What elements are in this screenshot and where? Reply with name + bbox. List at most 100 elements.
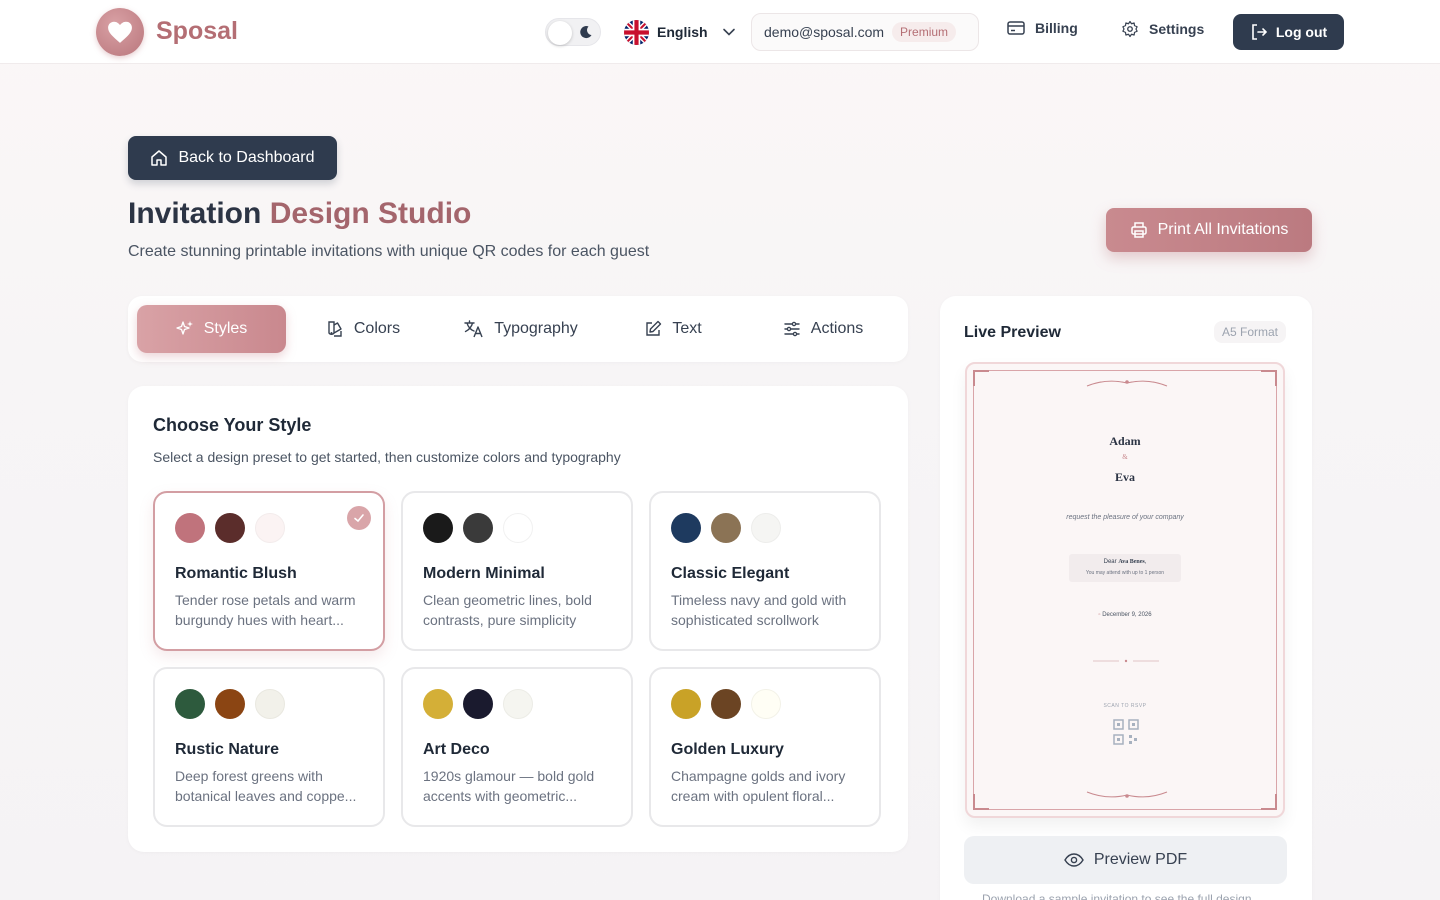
preset-swatches (423, 689, 533, 719)
billing-link[interactable]: Billing (1007, 20, 1078, 36)
preset-card-art-deco[interactable]: Art Deco 1920s glamour — bold gold accen… (401, 667, 633, 827)
preset-swatches (175, 513, 285, 543)
back-to-dashboard-button[interactable]: Back to Dashboard (128, 136, 337, 180)
invitation-request-line: request the pleasure of your company (1066, 514, 1184, 521)
preset-card-classic-elegant[interactable]: Classic Elegant Timeless navy and gold w… (649, 491, 881, 651)
billing-label: Billing (1035, 20, 1078, 36)
corner-ornament (1261, 794, 1277, 810)
selected-check-icon (347, 506, 371, 530)
attendance-line: You may attend with up to 1 person (1085, 570, 1165, 576)
eye-icon (1063, 853, 1084, 867)
page-title-accent: Design Studio (269, 197, 472, 230)
guest-name: Ava Benes (1118, 559, 1145, 565)
live-preview-panel: Live Preview A5 Format Adam & Eva reques… (940, 296, 1312, 900)
credit-card-icon (1007, 21, 1025, 35)
account-email: demo@sposal.com (764, 24, 885, 40)
tab-actions-label: Actions (810, 320, 864, 337)
page-title: Invitation Design Studio (128, 197, 471, 231)
swatch-primary (175, 689, 205, 719)
moon-icon (580, 26, 592, 39)
toggle-knob (548, 21, 572, 45)
logout-button[interactable]: Log out (1233, 14, 1344, 50)
tab-colors-label: Colors (353, 320, 401, 337)
tab-typography-label: Typography (494, 320, 578, 337)
preset-description: Tender rose petals and warm burgundy hue… (175, 592, 356, 628)
edit-icon (646, 320, 662, 336)
swatch-background (751, 513, 781, 543)
tab-text[interactable]: Text (628, 305, 718, 353)
swatch-secondary (215, 513, 245, 543)
tab-styles[interactable]: Styles (137, 305, 286, 353)
preset-card-rustic-nature[interactable]: Rustic Nature Deep forest greens with bo… (153, 667, 385, 827)
format-badge: A5 Format (1213, 321, 1286, 343)
printer-icon (1130, 222, 1147, 238)
invitation-name-1: Adam (1109, 434, 1141, 448)
design-tabs: Styles Colors Typography Text Actions (128, 296, 908, 362)
logo-heart-icon[interactable] (96, 8, 144, 56)
preset-swatches (671, 513, 781, 543)
top-navigation: Sposal English demo@sposal.com Premium B… (0, 0, 1440, 64)
swatch-background (503, 689, 533, 719)
invitation-name-2: Eva (1114, 470, 1135, 484)
plan-badge: Premium (892, 22, 957, 42)
style-presets-panel: Choose Your Style Select a design preset… (128, 386, 908, 852)
swatch-primary (671, 513, 701, 543)
tab-colors[interactable]: Colors (308, 305, 418, 353)
tab-styles-label: Styles (203, 320, 248, 337)
top-flourish-icon (1086, 380, 1168, 387)
swatch-background (255, 513, 285, 543)
preset-name: Romantic Blush (175, 565, 297, 582)
preset-swatches (423, 513, 533, 543)
swatch-secondary (711, 513, 741, 543)
corner-ornament (1261, 370, 1277, 386)
language-label: English (657, 24, 708, 40)
preset-name: Modern Minimal (423, 565, 545, 582)
print-all-button[interactable]: Print All Invitations (1106, 208, 1312, 252)
language-selector[interactable]: English (624, 19, 736, 45)
panel-title: Choose Your Style (153, 415, 312, 435)
preset-description: 1920s glamour — bold gold accents with g… (423, 768, 595, 804)
swatch-primary (423, 689, 453, 719)
preset-card-golden-luxury[interactable]: Golden Luxury Champagne golds and ivory … (649, 667, 881, 827)
preset-name: Art Deco (423, 741, 490, 758)
palette-icon (328, 321, 342, 337)
corner-ornament (973, 370, 989, 386)
scan-to-rsvp-label: SCAN TO RSVP (1103, 703, 1147, 709)
tab-actions[interactable]: Actions (768, 305, 878, 353)
preview-pdf-note: Download a sample invitation to see the … (982, 892, 1252, 900)
panel-subtitle: Select a design preset to get started, t… (153, 449, 621, 465)
preview-pdf-button[interactable]: Preview PDF (964, 836, 1287, 884)
swatch-secondary (463, 513, 493, 543)
swatch-background (255, 689, 285, 719)
swatch-primary (175, 513, 205, 543)
preset-card-romantic-blush[interactable]: Romantic Blush Tender rose petals and wa… (153, 491, 385, 651)
chevron-down-icon (722, 28, 735, 36)
logout-label: Log out (1275, 24, 1328, 40)
gear-icon (1122, 20, 1138, 38)
preset-name: Classic Elegant (671, 565, 790, 582)
settings-label: Settings (1149, 21, 1205, 37)
swatch-background (503, 513, 533, 543)
swatch-secondary (463, 689, 493, 719)
print-label: Print All Invitations (1157, 221, 1289, 238)
preview-title: Live Preview (964, 324, 1061, 341)
page-subtitle: Create stunning printable invitations wi… (128, 243, 650, 260)
tab-text-label: Text (672, 320, 702, 337)
uk-flag-icon (624, 19, 649, 45)
page-title-plain: Invitation (128, 197, 262, 230)
qr-code-icon (1113, 719, 1139, 745)
back-label: Back to Dashboard (178, 149, 315, 166)
greeting-suffix: , (1144, 559, 1147, 565)
guest-box: Dear Ava Benes, You may attend with up t… (1069, 554, 1181, 582)
invitation-preview[interactable]: Adam & Eva request the pleasure of your … (965, 362, 1285, 818)
preview-pdf-label: Preview PDF (1093, 851, 1188, 868)
brand-name[interactable]: Sposal (156, 17, 238, 46)
account-chip[interactable]: demo@sposal.com Premium (751, 13, 979, 51)
tab-typography[interactable]: Typography (446, 305, 596, 353)
swatch-primary (423, 513, 453, 543)
preset-description: Timeless navy and gold with sophisticate… (671, 592, 847, 628)
invitation-ampersand: & (1122, 453, 1128, 461)
settings-link[interactable]: Settings (1121, 20, 1204, 38)
preset-card-modern-minimal[interactable]: Modern Minimal Clean geometric lines, bo… (401, 491, 633, 651)
theme-toggle[interactable] (545, 18, 601, 46)
